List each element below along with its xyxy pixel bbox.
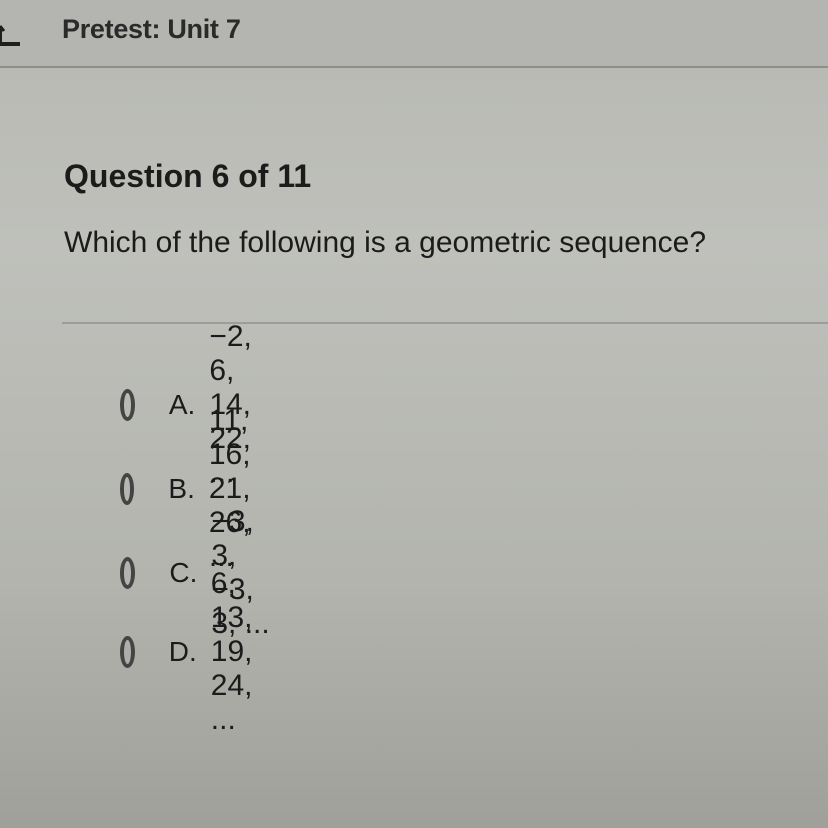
option-letter: D. (168, 636, 197, 667)
option-text: 6, 13, 19, 24, ... (210, 567, 253, 736)
radio-button[interactable] (120, 389, 135, 421)
page-title: Pretest: Unit 7 (62, 14, 241, 44)
header-bar: Pretest: Unit 7 (0, 0, 828, 68)
option-letter: B. (168, 473, 195, 504)
radio-button[interactable] (120, 636, 135, 668)
question-prompt: Which of the following is a geometric se… (64, 226, 707, 259)
question-number: Question 6 of 11 (64, 158, 312, 194)
option-letter: A. (168, 389, 196, 420)
option-d[interactable]: D. 6, 13, 19, 24, ... (120, 567, 270, 736)
option-letter: C. (169, 557, 198, 588)
back-arrow-icon[interactable] (0, 22, 22, 48)
option-b[interactable]: B. 11, 16, 21, 26, ... (120, 404, 268, 573)
page: Pretest: Unit 7 Question 6 of 11 Which o… (0, 0, 828, 828)
radio-button[interactable] (120, 557, 136, 589)
radio-button[interactable] (120, 473, 135, 505)
divider (62, 322, 828, 324)
